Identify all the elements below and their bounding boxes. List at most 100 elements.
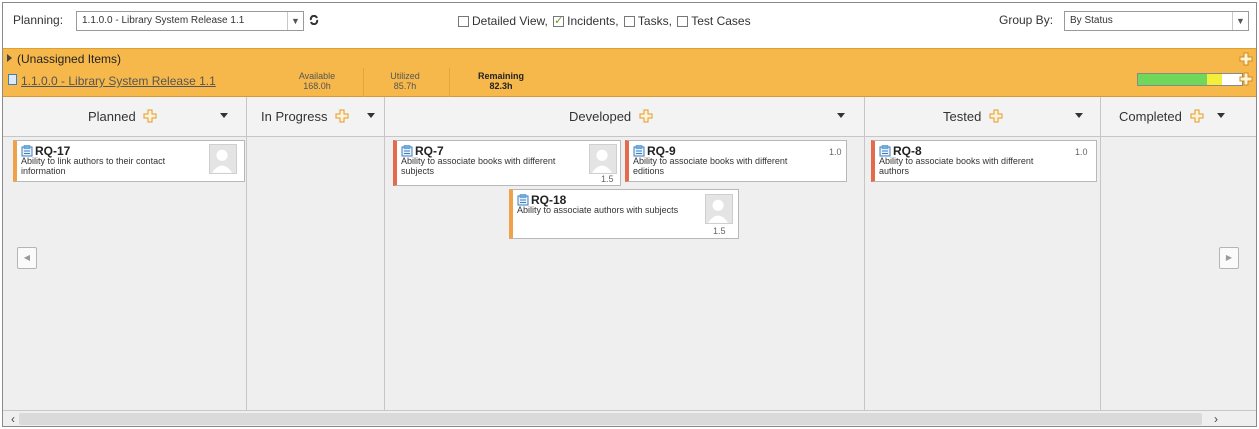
expand-arrow-icon[interactable] <box>7 54 12 62</box>
group-by-label: Group By: <box>999 13 1054 27</box>
column-title-text: In Progress <box>261 109 328 124</box>
card-estimate: 1.0 <box>1075 147 1088 157</box>
test-cases-checkbox[interactable]: Test Cases <box>677 14 751 28</box>
checkbox-box[interactable] <box>677 15 689 27</box>
card-description-line: Ability to associate books with differen… <box>633 156 788 166</box>
metric-divider <box>449 68 450 97</box>
document-icon <box>8 74 17 85</box>
requirement-card-rq-17[interactable]: RQ-17 Ability to link authors to their c… <box>13 140 245 182</box>
column-title: Completed <box>1119 109 1204 124</box>
card-estimate: 1.5 <box>713 226 726 236</box>
unassigned-items-label: (Unassigned Items) <box>17 52 122 66</box>
column-tested: Tested RQ-8 Ability to associate books w… <box>865 97 1101 410</box>
card-description: Ability to associate books with differen… <box>633 156 787 176</box>
column-menu-arrow-icon[interactable] <box>1217 113 1225 118</box>
requirement-card-rq-9[interactable]: RQ-9 Ability to associate books with dif… <box>625 140 847 182</box>
checkbox-box-checked[interactable] <box>553 14 565 27</box>
incidents-label: Incidents, <box>567 14 619 28</box>
display-options: Detailed View, Incidents, Tasks, Test Ca… <box>458 14 753 30</box>
card-description-line: Ability to associate authors with subjec… <box>517 205 679 215</box>
column-title-text: Tested <box>943 109 982 124</box>
avatar <box>209 144 237 174</box>
planning-release-select[interactable]: 1.1.0.0 - Library System Release 1.1 ▼ <box>76 11 304 31</box>
avatar <box>589 144 617 174</box>
column-planned: Planned RQ-17 Ability to link authors to… <box>3 97 247 410</box>
unassigned-items-row[interactable]: (Unassigned Items) <box>3 48 1256 68</box>
column-header: Developed <box>385 97 864 137</box>
metric-divider <box>363 68 364 97</box>
utilized-value: 85.7h <box>393 81 417 91</box>
column-developed: Developed RQ-7 Ability to associate book… <box>385 97 865 410</box>
add-plus-icon[interactable] <box>1239 52 1253 66</box>
progress-yellow-segment <box>1206 74 1223 85</box>
add-plus-icon[interactable] <box>989 109 1003 123</box>
kanban-board: Planned RQ-17 Ability to link authors to… <box>3 97 1256 410</box>
add-plus-icon[interactable] <box>1239 72 1253 86</box>
column-completed: Completed ▶ <box>1101 97 1256 410</box>
column-header: Completed <box>1101 97 1256 137</box>
add-plus-icon[interactable] <box>335 109 349 123</box>
card-description-line: editions <box>633 166 665 176</box>
refresh-icon[interactable] <box>309 15 319 25</box>
column-title: In Progress <box>261 109 349 124</box>
card-description-line: Ability to associate books with differen… <box>879 156 1034 166</box>
incidents-checkbox[interactable]: Incidents, <box>553 14 619 28</box>
detailed-view-checkbox[interactable]: Detailed View, <box>458 14 548 28</box>
available-metric: Available 168.0h <box>289 71 345 91</box>
chevron-down-icon[interactable]: ▼ <box>1232 12 1248 30</box>
scroll-left-button[interactable]: ◀ <box>17 247 37 269</box>
scrollbar-thumb[interactable] <box>19 413 1202 425</box>
group-by-value: By Status <box>1070 15 1113 26</box>
card-description-line: subjects <box>401 166 435 176</box>
release-progress-bar <box>1137 73 1243 86</box>
planning-board-window: Planning: 1.1.0.0 - Library System Relea… <box>2 2 1257 427</box>
remaining-label: Remaining <box>477 71 524 81</box>
user-silhouette-icon <box>707 199 729 223</box>
user-silhouette-icon <box>211 149 233 173</box>
remaining-metric: Remaining 82.3h <box>471 71 531 91</box>
tasks-checkbox[interactable]: Tasks, <box>623 14 672 28</box>
toolbar: Planning: 1.1.0.0 - Library System Relea… <box>3 3 1256 43</box>
requirement-card-rq-8[interactable]: RQ-8 Ability to associate books with dif… <box>871 140 1097 182</box>
planning-release-value: 1.1.0.0 - Library System Release 1.1 <box>82 15 245 26</box>
user-silhouette-icon <box>591 149 613 173</box>
column-menu-arrow-icon[interactable] <box>367 113 375 118</box>
column-menu-arrow-icon[interactable] <box>837 113 845 118</box>
requirement-card-rq-7[interactable]: RQ-7 Ability to associate books with dif… <box>393 140 621 186</box>
detailed-view-label: Detailed View, <box>472 14 548 28</box>
checkbox-box[interactable] <box>623 15 635 27</box>
available-label: Available <box>298 71 336 81</box>
utilized-label: Utilized <box>390 71 420 81</box>
column-menu-arrow-icon[interactable] <box>220 113 228 118</box>
group-by-select[interactable]: By Status ▼ <box>1064 11 1249 31</box>
column-menu-arrow-icon[interactable] <box>1075 113 1083 118</box>
column-title: Tested <box>943 109 1003 124</box>
card-description-line: authors <box>879 166 910 176</box>
add-plus-icon[interactable] <box>639 109 653 123</box>
scroll-right-button[interactable]: ▶ <box>1219 247 1239 269</box>
card-description: Ability to associate books with differen… <box>879 156 1033 176</box>
requirement-card-rq-18[interactable]: RQ-18 Ability to associate authors with … <box>509 189 739 239</box>
card-description: Ability to link authors to their contact… <box>21 156 165 176</box>
remaining-value: 82.3h <box>489 81 513 91</box>
checkbox-box[interactable] <box>458 15 469 27</box>
available-value: 168.0h <box>303 81 331 91</box>
add-plus-icon[interactable] <box>1190 109 1204 123</box>
planning-label: Planning: <box>13 13 64 27</box>
card-description-line: information <box>21 166 66 176</box>
card-description: Ability to associate authors with subjec… <box>517 205 678 215</box>
avatar <box>705 194 733 224</box>
add-plus-icon[interactable] <box>143 109 157 123</box>
scroll-right-arrow-icon[interactable]: › <box>1208 411 1224 426</box>
release-link[interactable]: 1.1.0.0 - Library System Release 1.1 <box>21 74 216 88</box>
tasks-label: Tasks, <box>637 14 672 28</box>
column-title: Developed <box>569 109 653 124</box>
horizontal-scrollbar[interactable]: ‹ › <box>3 410 1256 426</box>
column-title-text: Developed <box>569 109 632 124</box>
chevron-down-icon[interactable]: ▼ <box>287 12 303 30</box>
card-description-line: Ability to link authors to their contact <box>21 156 166 166</box>
test-cases-label: Test Cases <box>691 14 751 28</box>
card-description: Ability to associate books with differen… <box>401 156 555 176</box>
column-header: Planned <box>3 97 246 137</box>
column-title: Planned <box>88 109 157 124</box>
